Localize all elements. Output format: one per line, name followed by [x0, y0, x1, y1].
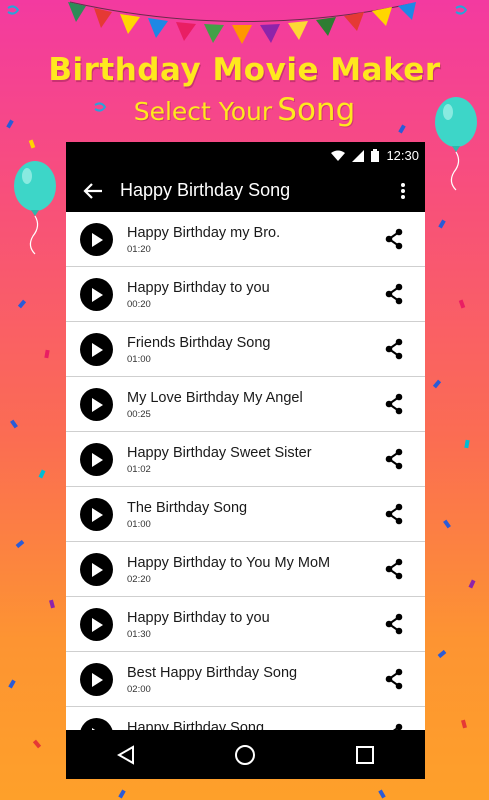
nav-back-button[interactable]	[106, 735, 146, 775]
song-title: Happy Birthday my Bro.	[127, 225, 281, 241]
status-bar: 12:30	[66, 142, 425, 169]
play-button[interactable]	[80, 718, 113, 730]
share-icon[interactable]	[383, 558, 405, 580]
song-title: My Love Birthday My Angel	[127, 390, 303, 406]
play-button[interactable]	[80, 663, 113, 696]
play-icon	[91, 507, 103, 522]
promo-title: Birthday Movie Maker	[48, 52, 441, 88]
play-icon	[91, 617, 103, 632]
song-duration: 01:00	[127, 354, 151, 365]
share-icon[interactable]	[383, 393, 405, 415]
nav-home-button[interactable]	[225, 735, 265, 775]
share-icon[interactable]	[383, 448, 405, 470]
song-row[interactable]: Best Happy Birthday Song 02:00	[66, 652, 425, 707]
play-icon	[91, 452, 103, 467]
share-icon[interactable]	[383, 228, 405, 250]
play-button[interactable]	[80, 388, 113, 421]
app-bar-title: Happy Birthday Song	[120, 180, 291, 200]
song-duration: 01:20	[127, 244, 151, 255]
play-button[interactable]	[80, 333, 113, 366]
song-row[interactable]: Friends Birthday Song 01:00	[66, 322, 425, 377]
song-title: Happy Birthday Sweet Sister	[127, 445, 312, 461]
share-icon[interactable]	[383, 613, 405, 635]
song-duration: 02:00	[127, 684, 151, 695]
song-title: Happy Birthday to you	[127, 610, 270, 626]
app-bar: Happy Birthday Song	[66, 169, 425, 212]
song-list[interactable]: Happy Birthday my Bro. 01:20 Happy Birthda…	[66, 212, 425, 730]
song-duration: 01:30	[127, 629, 151, 640]
signal-icon	[352, 149, 365, 162]
promo-subtitle: Select Your Song	[0, 92, 489, 128]
play-icon	[91, 287, 103, 302]
square-recents-icon	[356, 745, 375, 764]
status-time: 12:30	[386, 148, 419, 163]
play-button[interactable]	[80, 278, 113, 311]
share-icon[interactable]	[383, 723, 405, 730]
share-icon[interactable]	[383, 338, 405, 360]
song-duration: 00:20	[127, 299, 151, 310]
play-button[interactable]	[80, 498, 113, 531]
promo-subtitle-highlight: Song	[277, 92, 356, 128]
song-title: Happy Birthday to You My MoM	[127, 555, 331, 571]
play-icon	[91, 232, 103, 247]
song-row[interactable]: Happy Birthday to you 01:30	[66, 597, 425, 652]
song-title: Happy Birthday to you	[127, 280, 270, 296]
play-icon	[91, 562, 103, 577]
nav-recents-button[interactable]	[345, 735, 385, 775]
balloon-left-icon	[14, 161, 56, 255]
song-row[interactable]: My Love Birthday My Angel 00:25	[66, 377, 425, 432]
share-icon[interactable]	[383, 283, 405, 305]
promo-subtitle-prefix: Select Your	[133, 97, 273, 126]
song-title: Friends Birthday Song	[127, 335, 271, 351]
song-row[interactable]: Happy Birthday Song	[66, 707, 425, 730]
arrow-back-icon	[83, 182, 102, 199]
song-title: Best Happy Birthday Song	[127, 665, 298, 681]
overflow-menu-button[interactable]	[391, 176, 415, 206]
play-icon	[91, 342, 103, 357]
wifi-icon	[331, 150, 346, 161]
song-duration: 01:00	[127, 519, 151, 530]
play-icon	[91, 397, 103, 412]
play-button[interactable]	[80, 553, 113, 586]
song-duration: 00:25	[127, 409, 151, 420]
share-icon[interactable]	[383, 668, 405, 690]
song-row[interactable]: Happy Birthday my Bro. 01:20	[66, 212, 425, 267]
play-button[interactable]	[80, 223, 113, 256]
back-button[interactable]	[78, 176, 108, 206]
circle-home-icon	[235, 744, 256, 765]
play-button[interactable]	[80, 608, 113, 641]
play-button[interactable]	[80, 443, 113, 476]
song-title: Happy Birthday Song	[127, 720, 265, 730]
navigation-bar	[66, 730, 425, 779]
song-row[interactable]: Happy Birthday to You My MoM 02:20	[66, 542, 425, 597]
song-duration: 02:20	[127, 574, 151, 585]
song-row[interactable]: Happy Birthday Sweet Sister 01:02	[66, 432, 425, 487]
phone-screen: 12:30 Happy Birthday Song Happy Birthday…	[66, 142, 425, 779]
share-icon[interactable]	[383, 503, 405, 525]
triangle-back-icon	[116, 744, 134, 765]
song-duration: 01:02	[127, 464, 151, 475]
song-row[interactable]: Happy Birthday to you 00:20	[66, 267, 425, 322]
song-row[interactable]: The Birthday Song 01:00	[66, 487, 425, 542]
battery-icon	[371, 149, 380, 162]
bunting-decoration	[7, 1, 468, 44]
more-vertical-icon	[401, 182, 405, 199]
song-title: The Birthday Song	[127, 500, 248, 516]
play-icon	[91, 672, 103, 687]
